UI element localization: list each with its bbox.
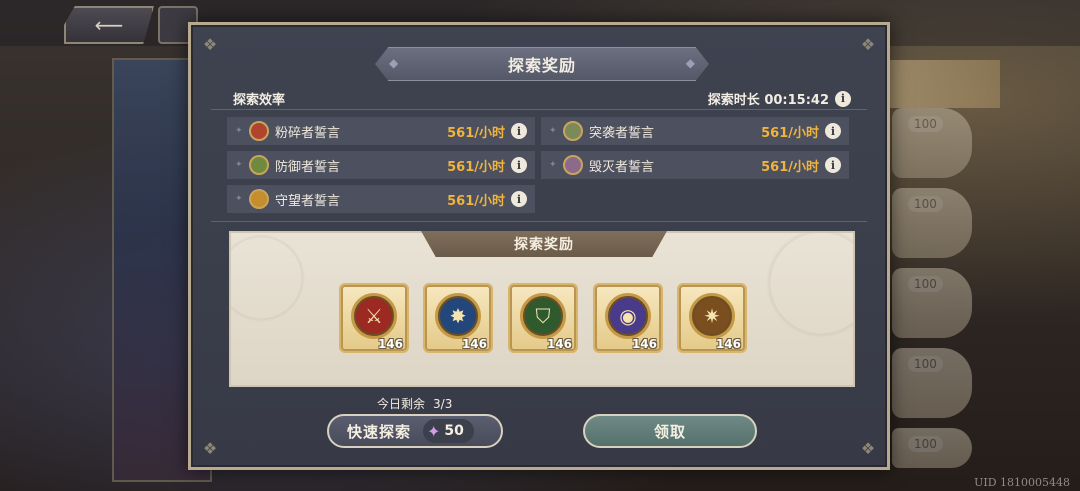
corner-ornament-icon: ❖ xyxy=(202,34,218,54)
rate-name: 守望者誓言 xyxy=(275,193,341,209)
reward-tab: 探索奖励 xyxy=(421,231,667,257)
region-card[interactable]: 100 xyxy=(892,188,972,258)
ornament-icon: ◆ xyxy=(685,56,695,70)
info-icon[interactable]: i xyxy=(511,191,527,207)
dialog-title: 探索奖励 xyxy=(507,56,576,75)
region-card[interactable]: 100 xyxy=(892,268,972,338)
reward-item[interactable]: ✷ 146 xyxy=(677,283,747,353)
cost-badge: 100 xyxy=(908,116,943,132)
remaining-count: 今日剩余 3/3 xyxy=(377,395,452,412)
ornament-icon: ◆ xyxy=(389,56,399,70)
info-icon[interactable]: i xyxy=(835,90,851,107)
rate-name: 粉碎者誓言 xyxy=(275,125,341,141)
remaining-label: 今日剩余 xyxy=(377,397,426,411)
oath-medal-icon xyxy=(249,121,269,141)
reward-qty: 146 xyxy=(631,337,657,351)
rate-row: ✦ 防御者誓言 561/小时 i xyxy=(227,151,535,179)
back-arrow-icon: ⟵ xyxy=(94,13,124,37)
corner-ornament-icon: ❖ xyxy=(860,438,876,458)
rate-row: ✦ 守望者誓言 561/小时 i xyxy=(227,185,535,213)
reward-item[interactable]: ⚔ 146 xyxy=(339,283,409,353)
oath-medal-icon xyxy=(249,189,269,209)
rate-row: ✦ 突袭者誓言 561/小时 i xyxy=(541,117,849,145)
crossed-swords-icon: ⚔ xyxy=(351,293,397,339)
right-banner xyxy=(890,60,1000,108)
region-card[interactable]: 100 xyxy=(892,348,972,418)
cost-badge: 100 xyxy=(908,196,943,212)
quick-explore-button[interactable]: 快速探索 ✦ 50 xyxy=(327,414,503,448)
reward-item[interactable]: ◉ 146 xyxy=(593,283,663,353)
oath-medal-icon xyxy=(563,121,583,141)
efficiency-label: 探索效率 xyxy=(233,93,286,108)
exploration-reward-dialog: ❖ ❖ ❖ ❖ ◆ 探索奖励 ◆ 探索效率 探索时长 00:15:42 i ✦ … xyxy=(188,22,890,470)
uid-label: UID 1810005448 xyxy=(974,476,1070,489)
info-icon[interactable]: i xyxy=(511,157,527,173)
cost-badge: 100 xyxy=(908,436,943,452)
info-icon[interactable]: i xyxy=(825,157,841,173)
dialog-title-banner: ◆ 探索奖励 ◆ xyxy=(375,47,709,81)
rate-value: 561/小时 xyxy=(447,159,505,175)
sparkle-icon: ✦ xyxy=(235,160,243,170)
cost-pill: ✦ 50 xyxy=(423,419,474,443)
rate-row: ✦ 毁灭者誓言 561/小时 i xyxy=(541,151,849,179)
reward-qty: 146 xyxy=(715,337,741,351)
oath-medal-icon xyxy=(249,155,269,175)
rate-value: 561/小时 xyxy=(447,125,505,141)
sparkle-icon: ✦ xyxy=(235,126,243,136)
eye-icon: ◉ xyxy=(605,293,651,339)
reward-item[interactable]: ✸ 146 xyxy=(423,283,493,353)
divider xyxy=(211,221,867,222)
rate-name: 毁灭者誓言 xyxy=(589,159,655,175)
quick-explore-label: 快速探索 xyxy=(347,422,412,441)
reward-qty: 146 xyxy=(377,337,403,351)
reward-item[interactable]: ⛉ 146 xyxy=(508,283,578,353)
duration-label: 探索时长 00:15:42 xyxy=(707,93,829,108)
sparkle-icon: ✦ xyxy=(549,160,557,170)
divider xyxy=(211,109,867,110)
quick-explore-cost: 50 xyxy=(444,423,464,439)
cost-badge: 100 xyxy=(908,356,943,372)
reward-qty: 146 xyxy=(546,337,572,351)
star-burst-icon: ✸ xyxy=(435,293,481,339)
compass-star-icon: ✷ xyxy=(689,293,735,339)
reward-tab-label: 探索奖励 xyxy=(514,237,574,253)
rate-name: 防御者誓言 xyxy=(275,159,341,175)
claim-label: 领取 xyxy=(653,422,686,441)
cost-badge: 100 xyxy=(908,276,943,292)
info-icon[interactable]: i xyxy=(511,123,527,139)
crystal-icon: ✦ xyxy=(427,421,441,441)
rate-value: 561/小时 xyxy=(761,159,819,175)
reward-panel: 探索奖励 ⚔ 146 ✸ 146 ⛉ 146 ◉ 146 ✷ 146 xyxy=(229,231,855,387)
info-icon[interactable]: i xyxy=(825,123,841,139)
oath-medal-icon xyxy=(563,155,583,175)
back-button[interactable]: ⟵ xyxy=(64,6,154,44)
rate-row: ✦ 粉碎者誓言 561/小时 i xyxy=(227,117,535,145)
sparkle-icon: ✦ xyxy=(549,126,557,136)
duration: 探索时长 00:15:42 i xyxy=(708,89,851,108)
rate-value: 561/小时 xyxy=(447,193,505,209)
rate-name: 突袭者誓言 xyxy=(589,125,655,141)
region-card[interactable]: 100 xyxy=(892,108,972,178)
sparkle-icon: ✦ xyxy=(235,194,243,204)
region-card[interactable]: 100 xyxy=(892,428,972,468)
shield-icon: ⛉ xyxy=(520,293,566,339)
claim-button[interactable]: 领取 xyxy=(583,414,757,448)
remaining-value: 3/3 xyxy=(433,397,453,411)
rate-value: 561/小时 xyxy=(761,125,819,141)
reward-qty: 146 xyxy=(461,337,487,351)
corner-ornament-icon: ❖ xyxy=(860,34,876,54)
corner-ornament-icon: ❖ xyxy=(202,438,218,458)
